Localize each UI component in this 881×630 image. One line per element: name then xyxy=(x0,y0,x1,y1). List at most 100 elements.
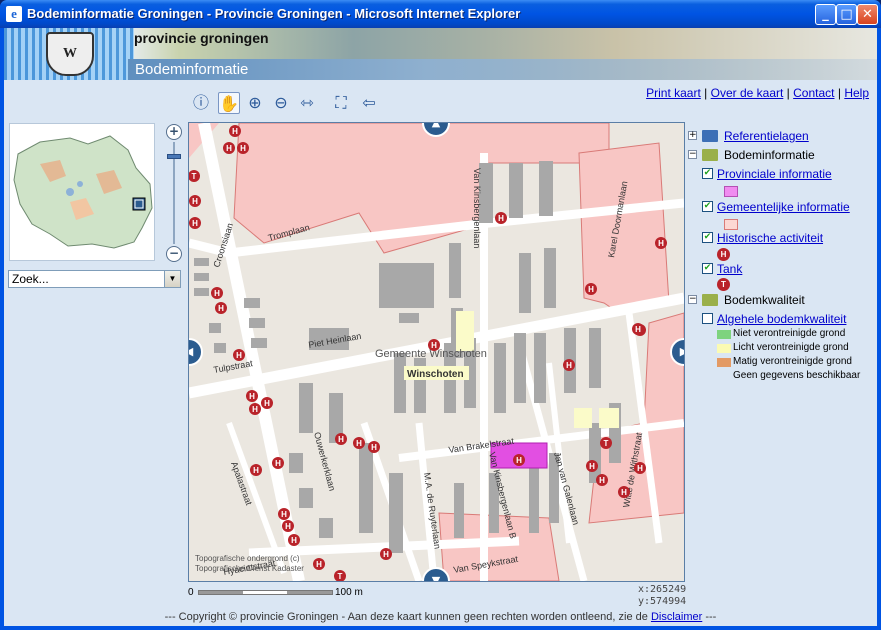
maximize-button[interactable]: □ xyxy=(836,4,857,25)
historic-activity-marker[interactable]: H xyxy=(368,441,380,453)
collapse-minus-icon[interactable]: − xyxy=(688,295,697,304)
legend-group-bodeminformatie[interactable]: − Bodeminformatie xyxy=(688,147,873,163)
svg-text:H: H xyxy=(275,459,281,468)
historic-activity-marker[interactable]: H xyxy=(189,195,201,207)
svg-text:H: H xyxy=(285,522,291,531)
town-label: Winschoten xyxy=(407,369,464,380)
svg-text:H: H xyxy=(371,443,377,452)
historic-activity-marker[interactable]: H xyxy=(618,486,630,498)
historic-activity-marker[interactable]: H xyxy=(596,474,608,486)
layer-tank[interactable]: ✔ Tank xyxy=(688,261,873,277)
historic-activity-marker[interactable]: H xyxy=(189,217,201,229)
historic-activity-marker[interactable]: H xyxy=(513,454,525,466)
section-title: Bodeminformatie xyxy=(135,61,249,78)
svg-text:H: H xyxy=(599,476,605,485)
folder-icon xyxy=(702,130,718,142)
svg-text:H: H xyxy=(249,392,255,401)
historic-activity-marker[interactable]: H xyxy=(229,125,241,137)
svg-text:H: H xyxy=(253,466,259,475)
historic-activity-marker[interactable]: H xyxy=(272,457,284,469)
overview-map[interactable] xyxy=(9,123,155,261)
contact-link[interactable]: Contact xyxy=(793,86,834,100)
historic-activity-marker[interactable]: H xyxy=(278,508,290,520)
layer-gemeentelijke[interactable]: ✔ Gemeentelijke informatie xyxy=(688,199,873,215)
checkbox-historische[interactable]: ✔ xyxy=(702,232,713,243)
tank-link[interactable]: Tank xyxy=(717,261,742,277)
historic-activity-marker[interactable]: H xyxy=(223,142,235,154)
main-map[interactable]: Tromplaan Croonsiaan Piet Heinlaan Tulps… xyxy=(188,122,685,582)
historic-activity-marker[interactable]: H xyxy=(313,558,325,570)
provinciale-swatch xyxy=(724,186,738,197)
historic-activity-marker[interactable]: H xyxy=(563,359,575,371)
back-icon[interactable]: ⇦ xyxy=(358,92,380,114)
svg-text:H: H xyxy=(589,462,595,471)
print-map-link[interactable]: Print kaart xyxy=(646,86,701,100)
measure-icon[interactable]: ⇿ xyxy=(296,92,318,114)
historic-activity-marker[interactable]: H xyxy=(215,302,227,314)
historic-activity-marker[interactable]: H xyxy=(634,462,646,474)
historic-activity-marker[interactable]: H xyxy=(495,212,507,224)
pan-hand-icon[interactable]: ✋ xyxy=(218,92,240,114)
layer-provinciale[interactable]: ✔ Provinciale informatie xyxy=(688,166,873,182)
disclaimer-link[interactable]: Disclaimer xyxy=(651,611,702,623)
zoom-out-icon[interactable]: ⊖ xyxy=(270,92,292,114)
historic-activity-marker[interactable]: H xyxy=(246,390,258,402)
historic-activity-marker[interactable]: H xyxy=(335,433,347,445)
about-map-link[interactable]: Over de kaart xyxy=(711,86,784,100)
historic-activity-marker[interactable]: H xyxy=(380,548,392,560)
svg-text:T: T xyxy=(338,572,343,581)
checkbox-algehele[interactable] xyxy=(702,313,713,324)
zoom-minus-button[interactable]: − xyxy=(166,246,182,262)
tank-marker[interactable]: T xyxy=(600,437,612,449)
layer-algehele[interactable]: Algehele bodemkwaliteit xyxy=(688,311,873,327)
legend-group-bodemkwaliteit[interactable]: − Bodemkwaliteit xyxy=(688,292,873,308)
info-icon[interactable]: ⓘ xyxy=(190,92,212,114)
svg-text:H: H xyxy=(566,361,572,370)
close-button[interactable]: ✕ xyxy=(857,4,878,25)
gemeentelijke-link[interactable]: Gemeentelijke informatie xyxy=(717,199,850,215)
legend-group-referentielagen[interactable]: + Referentielagen xyxy=(688,128,873,144)
historic-activity-marker[interactable]: H xyxy=(237,142,249,154)
scale-graphic xyxy=(198,590,333,595)
full-extent-icon[interactable]: ⛶ xyxy=(330,92,352,114)
historic-activity-marker[interactable]: H xyxy=(655,237,667,249)
historic-activity-marker[interactable]: H xyxy=(586,460,598,472)
referentielagen-link[interactable]: Referentielagen xyxy=(724,128,809,144)
provinciale-link[interactable]: Provinciale informatie xyxy=(717,166,832,182)
historic-activity-marker[interactable]: H xyxy=(233,349,245,361)
chevron-down-icon[interactable]: ▼ xyxy=(164,271,180,287)
expand-plus-icon[interactable]: + xyxy=(688,131,697,140)
browser-window: e Bodeminformatie Groningen - Provincie … xyxy=(0,0,881,630)
historic-activity-marker[interactable]: H xyxy=(428,339,440,351)
historic-activity-marker[interactable]: H xyxy=(353,437,365,449)
help-link[interactable]: Help xyxy=(844,86,869,100)
tank-marker[interactable]: T xyxy=(189,170,200,182)
historic-activity-marker[interactable]: H xyxy=(249,403,261,415)
historic-activity-marker[interactable]: H xyxy=(282,520,294,532)
zoom-thumb[interactable] xyxy=(167,154,181,159)
svg-text:H: H xyxy=(236,351,242,360)
svg-text:H: H xyxy=(291,536,297,545)
historic-activity-marker[interactable]: H xyxy=(288,534,300,546)
checkbox-tank[interactable]: ✔ xyxy=(702,263,713,274)
svg-text:H: H xyxy=(635,325,641,334)
historische-link[interactable]: Historische activiteit xyxy=(717,230,823,246)
historic-activity-marker[interactable]: H xyxy=(250,464,262,476)
collapse-minus-icon[interactable]: − xyxy=(688,150,697,159)
svg-text:H: H xyxy=(252,405,258,414)
historic-activity-marker[interactable]: H xyxy=(632,323,644,335)
zoom-plus-button[interactable]: + xyxy=(166,124,182,140)
zoom-in-icon[interactable]: ⊕ xyxy=(244,92,266,114)
search-value: Zoek... xyxy=(12,272,49,286)
layer-historische[interactable]: ✔ Historische activiteit xyxy=(688,230,873,246)
tank-marker[interactable]: T xyxy=(334,570,346,581)
search-dropdown[interactable]: Zoek... ▼ xyxy=(8,270,181,288)
checkbox-provinciale[interactable]: ✔ xyxy=(702,168,713,179)
coord-y: y:574994 xyxy=(638,596,687,607)
checkbox-gemeentelijke[interactable]: ✔ xyxy=(702,201,713,212)
historic-activity-marker[interactable]: H xyxy=(211,287,223,299)
algehele-link[interactable]: Algehele bodemkwaliteit xyxy=(717,311,846,327)
historic-activity-marker[interactable]: H xyxy=(585,283,597,295)
minimize-button[interactable]: _ xyxy=(815,4,836,25)
historic-activity-marker[interactable]: H xyxy=(261,397,273,409)
